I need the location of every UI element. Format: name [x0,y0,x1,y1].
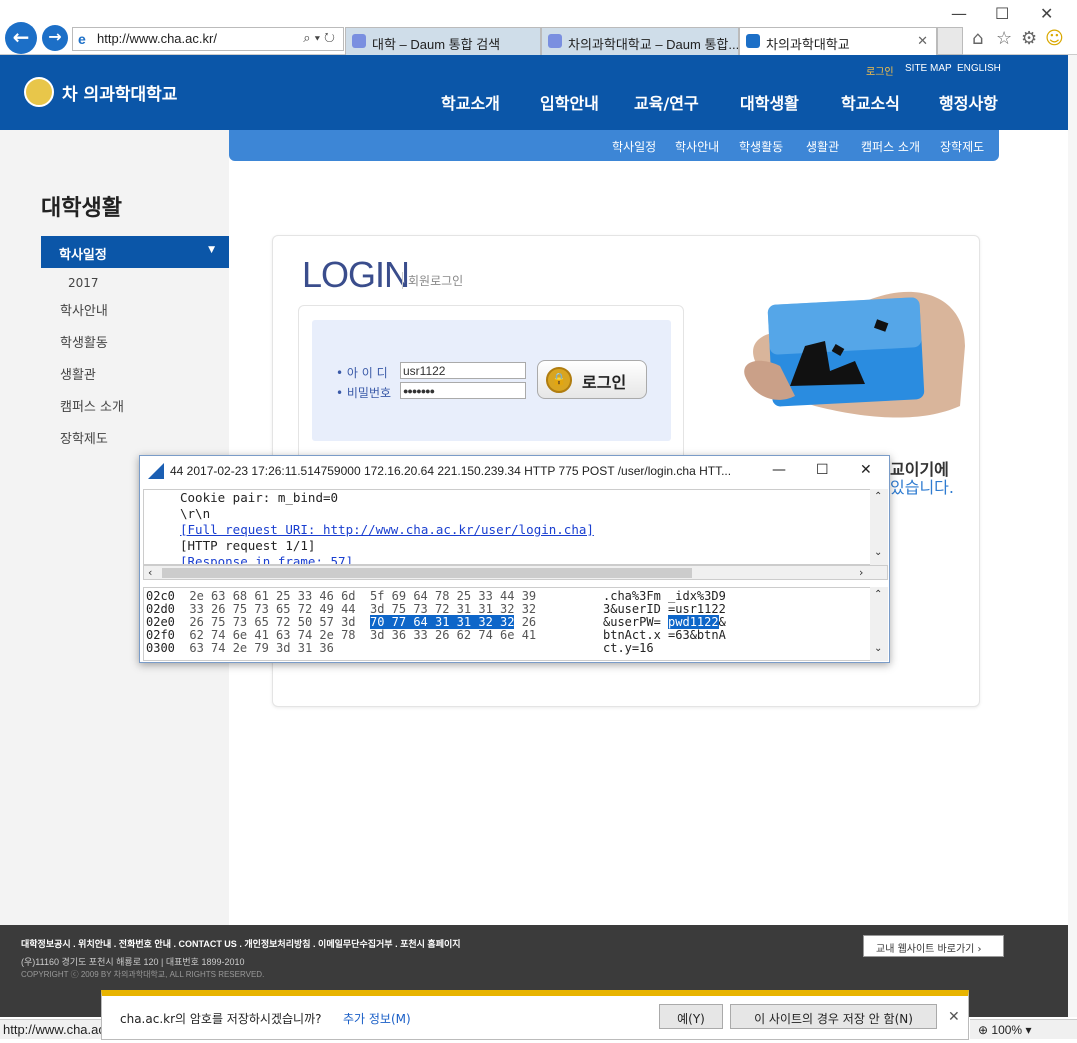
sidebar-item-scholarship[interactable]: 장학제도 [60,428,108,447]
footer-address: (우)11160 경기도 포천시 해룡로 120 | 대표번호 1899-201… [21,957,245,967]
ie-page-icon: e [78,31,86,47]
id-label: • 아 이 디 [336,366,388,380]
university-emblem-icon[interactable] [24,77,54,107]
address-text: http://www.cha.ac.kr/ [97,31,217,46]
save-never-button[interactable]: 이 사이트의 경우 저장 안 함(N) [730,1004,937,1029]
shortcut-button[interactable]: 교내 웹사이트 바로가기 › [863,935,1004,957]
favorites-star-icon[interactable]: ☆ [996,28,1012,49]
sub-navigation: 학사일정 학사안내 학생활동 생활관 캠퍼스 소개 장학제도 [229,130,999,161]
scroll-down-icon[interactable]: ⌄ [874,547,882,558]
back-button[interactable]: ← [5,22,37,54]
minimize-icon[interactable]: — [951,4,967,23]
hand-holding-card-image [744,291,965,418]
bytes-vertical-scrollbar[interactable]: ⌃ ⌄ [870,587,888,661]
home-icon[interactable]: ⌂ [972,28,983,49]
password-input[interactable]: ●●●●●●● [400,382,526,399]
detail-link[interactable]: [Response in frame: 57] [180,554,353,564]
highlighted-password-text: pwd1122 [668,615,719,629]
scroll-right-icon[interactable]: › [859,566,863,579]
top-link-login[interactable]: 로그인 [866,63,894,78]
forward-button[interactable]: → [42,25,68,51]
tab-cha-active[interactable]: 차의과학대학교 ✕ [739,27,937,55]
packet-bytes-pane[interactable]: 02c0 2e 63 68 61 25 33 46 6d 5f 69 64 78… [143,587,888,661]
highlighted-password-bytes: 70 77 64 31 31 32 32 [369,615,515,629]
subnav-schedule[interactable]: 학사일정 [612,138,656,155]
ascii-row[interactable]: ct.y=16 [603,642,654,655]
scroll-up-icon[interactable]: ⌃ [874,491,882,502]
close-bar-icon[interactable]: ✕ [948,1009,960,1025]
top-link-english[interactable]: ENGLISH [957,63,1001,74]
sidebar-item-campus[interactable]: 캠퍼스 소개 [60,396,124,415]
zoom-control[interactable]: ⊕ 100% ▾ [970,1019,1077,1039]
site-logo-text[interactable]: 차 의과학대학교 [62,80,177,105]
subnav-dormitory[interactable]: 생활관 [806,138,839,155]
login-title: LOGIN [302,254,410,295]
daum-favicon-icon [352,34,366,48]
user-id-input[interactable]: usr1122 [400,362,526,379]
subnav-scholarship[interactable]: 장학제도 [940,138,984,155]
dialog-minimize-icon[interactable]: — [772,462,786,478]
search-refresh-icons[interactable]: ⌕▾↻ [303,30,339,46]
sidebar-title: 대학생활 [41,196,122,221]
gnb-education[interactable]: 교육/연구 [634,90,699,114]
detail-line[interactable]: Cookie pair: m_bind=0 [180,490,338,506]
dialog-close-icon[interactable]: ✕ [860,462,872,478]
gnb-admin[interactable]: 행정사항 [939,90,998,114]
gnb-campus-life[interactable]: 대학생활 [740,90,799,114]
maximize-icon[interactable]: ☐ [995,4,1009,23]
gnb-about[interactable]: 학교소개 [441,90,500,114]
detail-line[interactable]: [HTTP request 1/1] [180,538,315,554]
save-password-question: cha.ac.kr의 암호를 저장하시겠습니까? [120,1012,322,1026]
daum-favicon-icon [548,34,562,48]
detail-line[interactable]: \r\n [180,506,210,522]
chevron-down-icon: ▼ [208,245,215,255]
footer-copyright: COPYRIGHT ⓒ 2009 BY 차의과학대학교, ALL RIGHTS … [21,970,265,979]
wireshark-fin-icon [148,463,164,479]
detail-horizontal-scrollbar[interactable]: ‹ › [143,565,888,580]
new-tab-button[interactable] [937,27,963,55]
detail-vertical-scrollbar[interactable]: ⌃ ⌄ [870,489,888,565]
ie-favicon-icon [746,34,760,48]
top-link-sitemap[interactable]: SITE MAP [905,63,952,74]
hex-row[interactable]: 0300 63 74 2e 79 3d 31 36 [146,642,334,655]
close-icon[interactable]: ✕ [1040,4,1053,23]
sidebar-subitem-year[interactable]: 2017 [68,276,99,290]
browser-toolbar: ← → e http://www.cha.ac.kr/ ⌕▾↻ 대학 – Dau… [0,0,1077,55]
settings-gear-icon[interactable]: ⚙ [1021,28,1037,49]
smiley-feedback-icon[interactable]: ☺ [1045,28,1064,49]
address-bar[interactable]: e http://www.cha.ac.kr/ ⌕▾↻ [72,27,344,51]
status-bar-url: http://www.cha.ac [0,1019,102,1039]
scroll-up-icon[interactable]: ⌃ [874,589,882,600]
dialog-maximize-icon[interactable]: ☐ [816,462,829,478]
close-tab-icon[interactable]: ✕ [917,33,928,49]
promo-line-2: 있습니다. [890,478,954,497]
sidebar-item-academics[interactable]: 학사안내 [60,300,108,319]
dialog-title: 44 2017-02-23 17:26:11.514759000 172.16.… [170,464,732,478]
sidebar-item-activities[interactable]: 학생활동 [60,332,108,351]
packet-detail-pane[interactable]: Cookie pair: m_bind=0 \r\n [Full request… [143,489,888,565]
site-header: 차 의과학대학교 로그인 SITE MAP ENGLISH 학교소개 입학안내 … [0,55,1077,130]
subnav-academics[interactable]: 학사안내 [675,138,719,155]
password-label: • 비밀번호 [336,386,392,400]
zoom-icon: ⊕ [978,1023,989,1037]
gnb-news[interactable]: 학교소식 [841,90,900,114]
more-info-link[interactable]: 추가 정보(M) [343,1010,411,1027]
detail-link[interactable]: [Full request URI: http://www.cha.ac.kr/… [180,522,594,538]
login-subtitle: 회원로그인 [402,272,463,289]
subnav-campus[interactable]: 캠퍼스 소개 [861,138,920,155]
page-scrollbar[interactable] [1068,55,1077,1017]
packet-dialog: 44 2017-02-23 17:26:11.514759000 172.16.… [139,455,890,663]
save-yes-button[interactable]: 예(Y) [659,1004,723,1029]
gnb-admission[interactable]: 입학안내 [540,90,599,114]
subnav-activities[interactable]: 학생활동 [739,138,783,155]
scrollbar-thumb[interactable] [162,568,692,578]
lock-icon: 🔒 [546,367,572,393]
scroll-down-icon[interactable]: ⌄ [874,643,882,654]
tab-daum-cha[interactable]: 차의과학대학교 – Daum 통합... [541,27,739,55]
sidebar-item-schedule[interactable]: 학사일정 ▼ [41,236,229,268]
scroll-left-icon[interactable]: ‹ [148,566,152,579]
sidebar-item-dormitory[interactable]: 생활관 [60,364,96,383]
footer-links[interactable]: 대학정보공시 . 위치안내 . 전화번호 안내 . CONTACT US . 개… [21,937,461,950]
tab-daum-search[interactable]: 대학 – Daum 통합 검색 [345,27,541,55]
